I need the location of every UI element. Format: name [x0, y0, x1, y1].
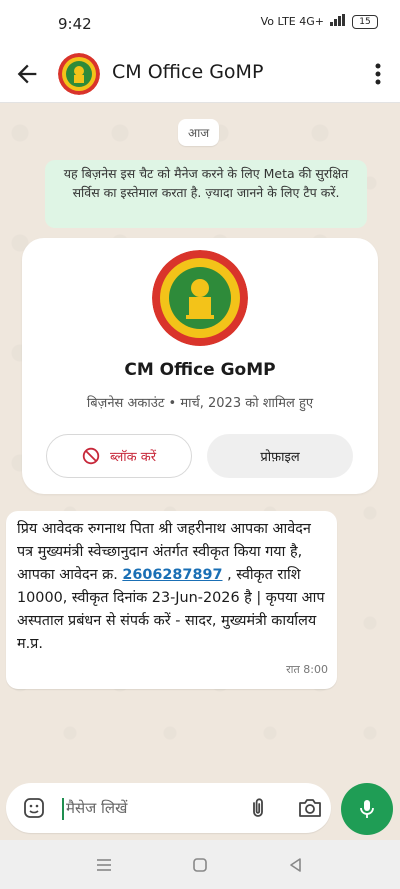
notice-text: यह बिज़नेस इस चैट को मैनेज करने के लिए M…: [63, 166, 349, 200]
composer: मैसेज लिखें: [0, 783, 400, 837]
status-bar: 9:42 Vo LTE 4G+ 15: [0, 0, 400, 46]
mic-icon: [360, 800, 374, 818]
battery-icon: 15: [352, 14, 378, 29]
chat-header: CM Office GoMP: [0, 46, 400, 103]
business-card: CM Office GoMP बिज़नेस अकाउंट • मार्च, 2…: [22, 238, 378, 494]
block-label: ब्लॉक करें: [109, 450, 157, 465]
date-chip: आज: [178, 119, 220, 146]
message-placeholder: मैसेज लिखें: [66, 799, 128, 817]
status-icons: Vo LTE 4G+ 15: [261, 14, 378, 29]
message-input[interactable]: मैसेज लिखें: [6, 783, 331, 833]
back-arrow-icon[interactable]: [13, 60, 41, 88]
camera-icon[interactable]: [297, 796, 323, 820]
business-subtitle: बिज़नेस अकाउंट • मार्च, 2023 को शामिल हु…: [86, 396, 314, 411]
network-indicator: Vo LTE 4G+: [260, 15, 324, 28]
block-button[interactable]: ब्लॉक करें: [46, 434, 192, 478]
nav-back-icon[interactable]: [286, 855, 306, 875]
nav-home-icon[interactable]: [190, 855, 210, 875]
profile-label: प्रोफ़ाइल: [260, 450, 300, 465]
nav-menu-icon[interactable]: [94, 855, 114, 875]
message-bubble[interactable]: प्रिय आवेदक रुगनाथ पिता श्री जहरीनाथ आपक…: [6, 511, 337, 689]
avatar[interactable]: [58, 53, 100, 95]
emoji-icon[interactable]: [22, 796, 46, 820]
chat-title[interactable]: CM Office GoMP: [112, 61, 263, 83]
text-cursor: [62, 798, 64, 820]
business-name: CM Office GoMP: [124, 360, 276, 380]
business-logo: [152, 250, 248, 346]
attach-icon[interactable]: [246, 796, 270, 820]
system-nav-bar: [0, 840, 400, 889]
application-number-link[interactable]: 2606287897: [122, 567, 222, 583]
profile-button[interactable]: प्रोफ़ाइल: [207, 434, 353, 478]
chat-area[interactable]: आज यह बिज़नेस इस चैट को मैनेज करने के लि…: [0, 103, 400, 783]
mic-button[interactable]: [341, 783, 393, 835]
more-vert-icon[interactable]: [372, 61, 384, 87]
encryption-notice[interactable]: यह बिज़नेस इस चैट को मैनेज करने के लिए M…: [45, 160, 367, 228]
message-time: रात 8:00: [286, 663, 328, 676]
signal-icon: [330, 14, 346, 29]
block-icon: [82, 447, 100, 465]
status-time: 9:42: [58, 15, 92, 33]
